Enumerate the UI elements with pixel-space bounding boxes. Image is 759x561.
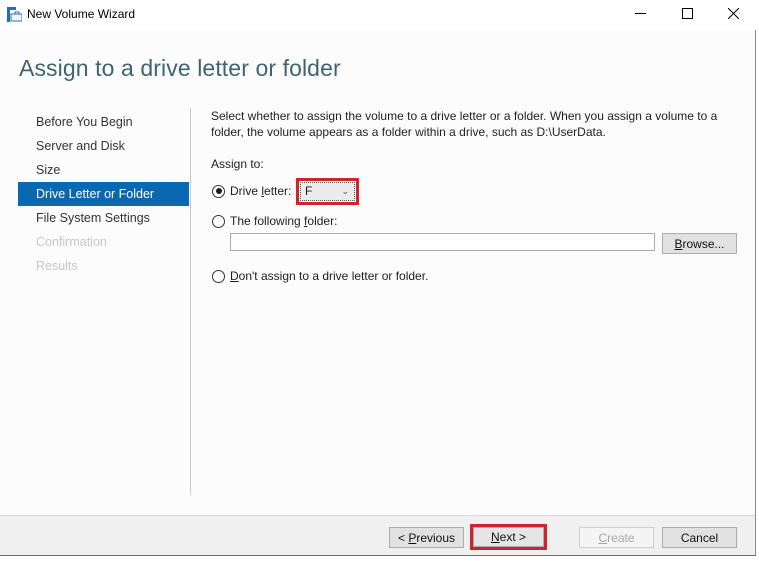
maximize-button[interactable] (664, 0, 710, 30)
window-title: New Volume Wizard (27, 7, 136, 21)
maximize-icon (681, 8, 693, 22)
no-assignment-radio[interactable] (212, 269, 225, 283)
step-server-and-disk[interactable]: Server and Disk (18, 134, 189, 158)
content-panel: Select whether to assign the volume to a… (211, 108, 731, 140)
drive-letter-radio[interactable] (212, 184, 225, 198)
volume-wizard-icon (7, 7, 23, 22)
step-results: Results (36, 259, 78, 273)
new-volume-wizard-window: New Volume Wizard Assign to a drive lett… (0, 0, 756, 556)
following-folder-radio[interactable] (212, 214, 225, 228)
sidebar-divider (190, 108, 191, 495)
following-folder-label: The following folder: (230, 214, 338, 228)
step-file-system-settings[interactable]: File System Settings (18, 206, 189, 230)
drive-letter-option[interactable]: Drive letter: (212, 184, 291, 198)
step-confirmation: Confirmation (36, 235, 107, 249)
description-text: Select whether to assign the volume to a… (211, 109, 718, 139)
drive-letter-select[interactable]: F ⌄ (300, 182, 355, 201)
folder-path-input[interactable] (230, 233, 655, 251)
step-size[interactable]: Size (18, 158, 189, 182)
previous-button[interactable]: < Previous (389, 527, 464, 548)
page-title: Assign to a drive letter or folder (19, 55, 341, 81)
close-icon (727, 7, 739, 22)
cancel-button[interactable]: Cancel (662, 527, 737, 548)
following-folder-option[interactable]: The following folder: (212, 214, 337, 228)
step-drive-letter-or-folder[interactable]: Drive Letter or Folder (18, 182, 189, 206)
drive-letter-label: Drive letter: (230, 184, 292, 198)
title-bar: New Volume Wizard (0, 0, 756, 30)
assign-to-label: Assign to: (211, 157, 264, 171)
no-assignment-label: Don't assign to a drive letter or folder… (230, 269, 429, 283)
create-button: Create (579, 527, 654, 548)
minimize-icon (634, 8, 646, 22)
close-button[interactable] (710, 0, 756, 30)
drive-letter-value: F (305, 184, 313, 198)
wizard-steps-sidebar: Before You Begin Server and Disk Size Dr… (18, 110, 189, 278)
chevron-down-icon: ⌄ (341, 186, 349, 196)
step-before-you-begin[interactable]: Before You Begin (18, 110, 189, 134)
next-button[interactable]: Next > (473, 527, 544, 547)
browse-button[interactable]: Browse... (662, 233, 737, 254)
minimize-button[interactable] (617, 0, 663, 30)
desktop-bottom-strip (0, 556, 759, 561)
no-assignment-option[interactable]: Don't assign to a drive letter or folder… (212, 269, 428, 283)
